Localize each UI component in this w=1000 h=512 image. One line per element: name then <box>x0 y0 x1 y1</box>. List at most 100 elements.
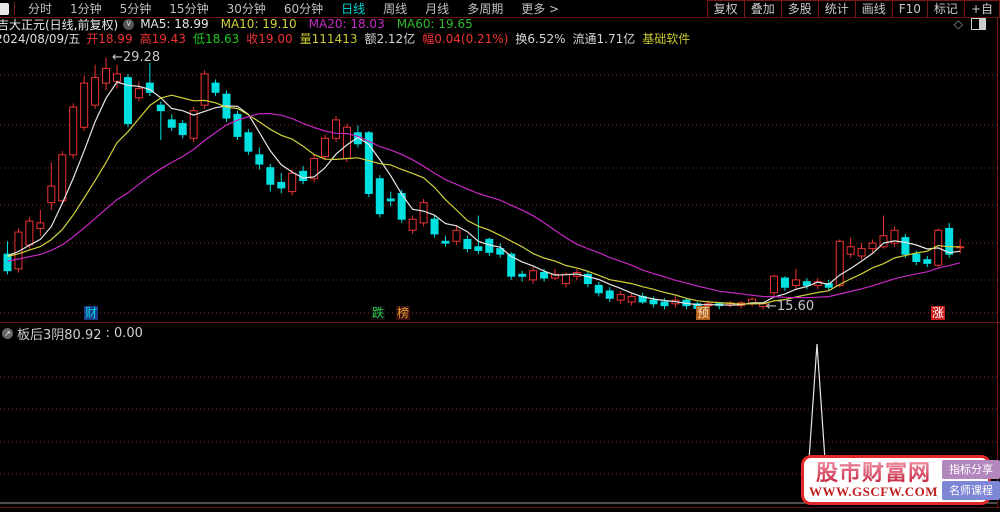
high-price-annotation: ←29.28 <box>112 50 161 65</box>
candle-37 <box>408 218 417 231</box>
field-0: 开18.99 <box>86 32 133 46</box>
favorite-diamond-icon[interactable]: ◇ <box>954 18 963 30</box>
signal-marker-0: 财 <box>84 306 99 320</box>
candle-28 <box>310 158 319 180</box>
app-icon[interactable] <box>0 2 9 15</box>
arrow-left-icon: ← <box>112 50 123 65</box>
candle-55 <box>605 290 614 299</box>
candle-83 <box>912 253 921 263</box>
trade-date: 2024/08/09/五 <box>0 32 81 46</box>
candle-38 <box>419 202 428 224</box>
ohlc-fields: 开18.99 高19.43 低18.63 收19.00 量111413 额2.12亿 幅0.… <box>86 30 697 47</box>
tab-period-2[interactable]: 5分钟 <box>111 1 161 17</box>
low-price-annotation: ←15.60 <box>766 299 815 314</box>
subpanel-header: ↗ 板后3阴80.92 : 0.00 <box>2 324 143 343</box>
expand-icon[interactable]: ↗ <box>2 328 13 339</box>
candle-9 <box>102 67 111 84</box>
toolbar-button-0[interactable]: 复权 <box>707 0 745 17</box>
candle-86 <box>945 227 954 255</box>
watermark-title: 股市财富网 <box>809 462 938 485</box>
candle-30 <box>332 119 340 139</box>
ma-line-MA10 <box>7 94 961 305</box>
arrow-left-icon: ← <box>766 299 777 314</box>
tab-period-0[interactable]: 分时 <box>19 1 61 17</box>
candle-78 <box>857 248 866 257</box>
field-4: 量111413 <box>299 32 358 46</box>
field-9: 基础软件 <box>642 32 691 46</box>
tab-period-10[interactable]: 更多 > <box>512 1 568 17</box>
tab-period-7[interactable]: 周线 <box>374 1 416 17</box>
watermark: 股市财富网 WWW.GSCFW.COM 指标分享 名师课程 <box>801 455 1000 505</box>
field-3: 收19.00 <box>246 32 293 46</box>
candle-57 <box>627 295 636 303</box>
field-2: 低18.63 <box>192 32 240 46</box>
candle-47 <box>518 273 527 277</box>
subpanel-indicator-name[interactable]: 板后3阴80.92 <box>17 324 102 343</box>
tab-period-1[interactable]: 1分钟 <box>61 1 111 17</box>
candle-77 <box>846 246 855 255</box>
watermark-url: WWW.GSCFW.COM <box>809 483 939 499</box>
tab-period-8[interactable]: 月线 <box>416 1 458 17</box>
tab-period-3[interactable]: 15分钟 <box>160 1 217 17</box>
chart-corner-icons: ◇ <box>954 18 986 30</box>
candle-32 <box>353 132 362 145</box>
signal-marker-2: 榜 <box>396 306 411 320</box>
tab-period-5[interactable]: 60分钟 <box>275 1 332 17</box>
ma-line-MA20 <box>7 112 961 299</box>
watermark-badge-0: 指标分享 <box>942 460 1000 479</box>
watermark-badges: 指标分享 名师课程 <box>942 460 1000 500</box>
tab-period-6[interactable]: 日线 <box>332 1 374 17</box>
split-window-icon[interactable] <box>971 18 986 30</box>
watermark-text: 股市财富网 WWW.GSCFW.COM <box>809 462 938 499</box>
tab-period-4[interactable]: 30分钟 <box>218 1 275 17</box>
candle-27 <box>299 170 308 182</box>
tab-period-9[interactable]: 多周期 <box>458 1 512 17</box>
candle-60 <box>660 301 669 307</box>
candle-6 <box>69 106 78 156</box>
toolbar-button-5[interactable]: F10 <box>892 0 928 17</box>
candle-2 <box>25 220 34 246</box>
toolbar-button-7[interactable]: +自 <box>964 0 1000 17</box>
candle-25 <box>277 181 286 189</box>
ma-value-MA20: MA20: 18.03 <box>308 17 385 31</box>
toolbar-right-buttons: 复权 叠加 多股 统计 画线 F10 标记 +自 <box>706 0 1000 17</box>
toolbar-button-3[interactable]: 统计 <box>818 0 856 17</box>
candle-59 <box>649 299 658 305</box>
candle-0 <box>3 253 12 272</box>
candle-8 <box>91 77 100 106</box>
candle-3 <box>36 222 45 229</box>
chevron-down-icon[interactable]: ∨ <box>123 18 135 30</box>
candle-73 <box>802 281 811 286</box>
toolbar-button-1[interactable]: 叠加 <box>744 0 782 17</box>
field-7: 换6.52% <box>515 32 566 46</box>
candle-22 <box>244 132 253 152</box>
toolbar-button-6[interactable]: 标记 <box>927 0 965 17</box>
ma-value-MA5: MA5: 18.99 <box>140 17 209 31</box>
signal-marker-4: 涨 <box>931 306 946 320</box>
signal-marker-3: 预 <box>696 306 711 320</box>
candle-72 <box>791 279 800 286</box>
chart-canvas[interactable] <box>0 0 1000 512</box>
candle-35 <box>386 198 395 202</box>
candle-54 <box>594 284 603 294</box>
candle-48 <box>529 270 538 281</box>
candle-51 <box>561 273 570 285</box>
candle-43 <box>474 246 483 251</box>
period-toolbar: 分时 1分钟 5分钟 15分钟 30分钟 60分钟 日线 周线 月线 多周期 更多 > 复权 叠加 多股… <box>0 0 1000 18</box>
candle-40 <box>441 240 450 244</box>
toolbar-button-4[interactable]: 画线 <box>855 0 893 17</box>
candle-24 <box>266 167 275 185</box>
candle-16 <box>178 123 187 136</box>
candle-84 <box>923 259 932 264</box>
ma-line-MA5 <box>7 81 961 306</box>
candle-14 <box>156 104 165 112</box>
candle-21 <box>233 113 242 137</box>
candle-7 <box>80 82 89 128</box>
candle-23 <box>255 154 264 165</box>
candle-10 <box>113 73 121 82</box>
toolbar-button-2[interactable]: 多股 <box>781 0 819 17</box>
candle-56 <box>616 294 625 301</box>
signal-marker-1: 跌 <box>371 306 386 320</box>
candle-41 <box>452 229 461 242</box>
toolbar-separator <box>14 2 15 15</box>
